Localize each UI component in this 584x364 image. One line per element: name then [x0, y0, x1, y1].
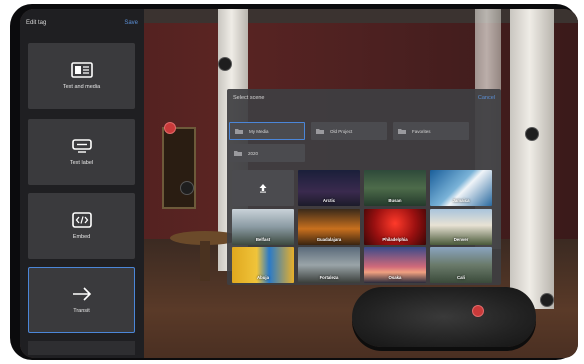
edit-tag-panel: Edit tag Save Text and media Text label	[20, 9, 144, 358]
folder-my-media[interactable]: My Media	[229, 122, 305, 140]
hotspot-marker[interactable]	[525, 127, 539, 141]
round-ottoman	[352, 287, 536, 347]
panel-header: Edit tag Save	[26, 15, 138, 31]
tag-type-transit[interactable]: Transit	[28, 267, 135, 333]
scene-thumbnail-fortaleza[interactable]: Fortaleza	[298, 247, 360, 283]
folder-icon	[316, 129, 324, 134]
folder-label: My Media	[249, 128, 269, 134]
folder-icon	[234, 151, 242, 156]
tag-type-label: Transit	[73, 308, 90, 314]
scene-label: Arctic	[322, 198, 336, 203]
panel-next-item	[28, 341, 135, 355]
scene-thumbnail-denver[interactable]: Denver	[430, 209, 492, 245]
dialog-title: Select scene	[233, 95, 265, 101]
tag-type-text-and-media[interactable]: Text and media	[28, 43, 135, 109]
scene-label: Denver	[453, 237, 469, 242]
hotspot-marker[interactable]	[218, 57, 232, 71]
scene-thumbnail-arctic[interactable]: Arctic	[298, 170, 360, 206]
cancel-button[interactable]: Cancel	[478, 95, 495, 101]
upload-icon	[259, 184, 267, 193]
panel-title: Edit tag	[26, 20, 47, 26]
scene-label: Philadelphia	[382, 237, 408, 242]
folder-icon	[398, 129, 406, 134]
app-screen: Edit tag Save Text and media Text label	[20, 9, 578, 358]
scene-label: Cali	[457, 275, 465, 280]
arrow-right-icon	[72, 287, 91, 301]
table-leg	[200, 241, 210, 281]
scene-thumbnail-abuja[interactable]: Abuja	[232, 247, 294, 283]
scene-thumbnail-osaka[interactable]: Osaka	[364, 247, 426, 283]
scene-thumbnail-belfast[interactable]: Belfast	[232, 209, 294, 245]
folder-label: Favorites	[412, 128, 431, 134]
hotspot-marker[interactable]	[540, 293, 554, 307]
save-button[interactable]: Save	[124, 20, 138, 26]
folder-2020[interactable]: 2020	[229, 144, 305, 162]
text-label-icon	[71, 139, 92, 153]
scene-label: Belfast	[255, 237, 271, 242]
select-scene-dialog: Select scene Cancel My Media Old Project…	[227, 89, 501, 285]
hotspot-marker-active[interactable]	[164, 122, 176, 134]
scene-thumbnail-guadalajara[interactable]: Guadalajara	[298, 209, 360, 245]
upload-scene-button[interactable]	[232, 170, 294, 206]
folder-label: Old Project	[330, 128, 353, 134]
painting-frame	[162, 127, 196, 209]
scene-thumbnail-cali[interactable]: Cali	[430, 247, 492, 283]
scene-thumbnail-jamaica[interactable]: Jamaica	[430, 170, 492, 206]
text-and-media-icon	[70, 62, 93, 78]
tag-type-text-label[interactable]: Text label	[28, 119, 135, 185]
folder-icon	[235, 129, 243, 134]
folder-favorites[interactable]: Favorites	[393, 122, 469, 140]
scene-label: Jamaica	[452, 198, 470, 203]
scene-label: Osaka	[388, 275, 402, 280]
scene-thumbnail-philadelphia[interactable]: Philadelphia	[364, 209, 426, 245]
scene-label: Guadalajara	[316, 237, 342, 242]
folder-label: 2020	[248, 150, 259, 156]
scene-label: Fortaleza	[319, 275, 339, 280]
tag-type-embed[interactable]: Embed	[28, 193, 135, 259]
scene-label: Abuja	[257, 275, 269, 280]
hotspot-marker-active[interactable]	[472, 305, 484, 317]
folder-old-project[interactable]: Old Project	[311, 122, 387, 140]
marble-column	[510, 9, 554, 309]
tag-type-label: Embed	[72, 234, 91, 240]
tag-type-label: Text label	[69, 160, 94, 166]
tag-type-label: Text and media	[62, 84, 101, 90]
scene-label: Busan	[388, 198, 402, 203]
scene-thumbnail-busan[interactable]: Busan	[364, 170, 426, 206]
hotspot-marker[interactable]	[180, 181, 194, 195]
embed-icon	[71, 212, 92, 228]
